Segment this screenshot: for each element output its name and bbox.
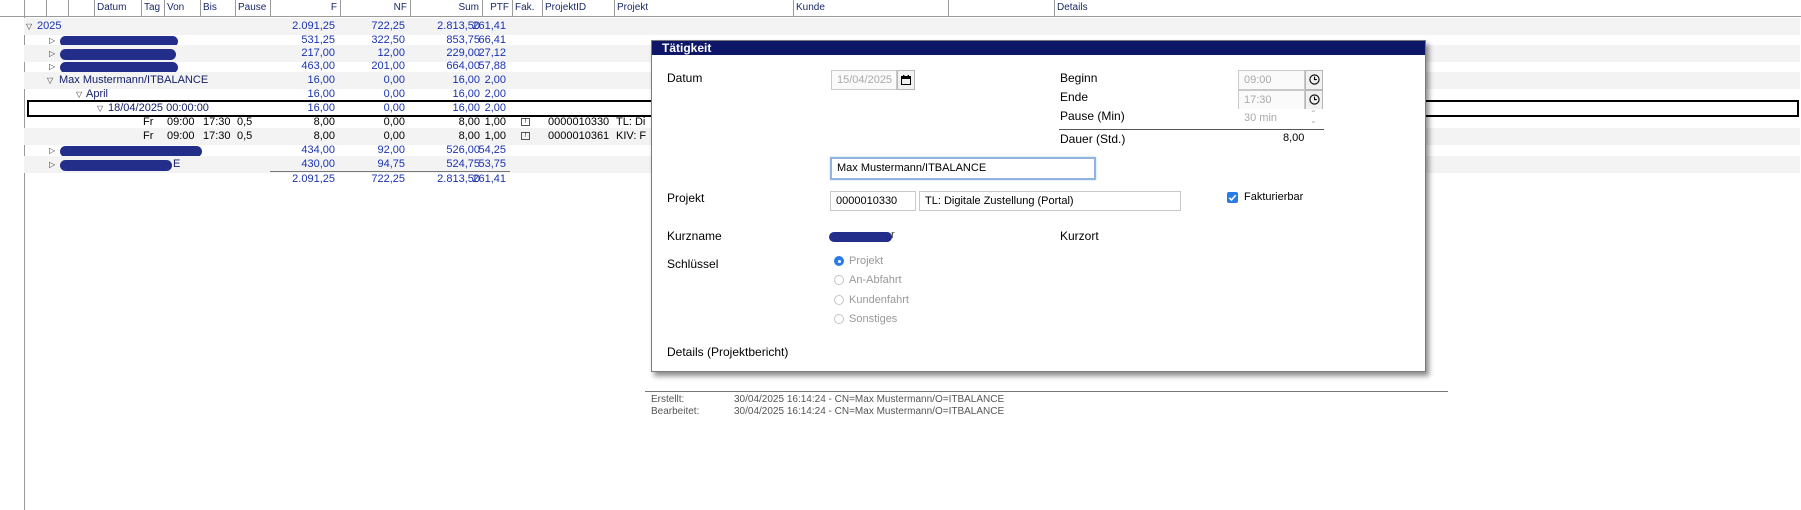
beginn-label: Beginn bbox=[1060, 71, 1098, 85]
col-von[interactable]: Von bbox=[164, 0, 200, 16]
col-tag[interactable]: Tag bbox=[141, 0, 164, 16]
ende-field[interactable]: 17:30 bbox=[1238, 90, 1305, 110]
column-header: Datum Tag Von Bis Pause F NF Sum PTF Fak… bbox=[0, 0, 1801, 17]
clock-icon[interactable] bbox=[1305, 90, 1323, 110]
col-datum[interactable]: Datum bbox=[94, 0, 141, 16]
person-field[interactable]: Max Mustermann/ITBALANCE bbox=[830, 157, 1096, 180]
beginn-field[interactable]: 09:00 bbox=[1238, 70, 1305, 90]
calendar-icon[interactable] bbox=[897, 70, 915, 90]
col-fak[interactable]: Fak. bbox=[512, 0, 542, 16]
ende-label: Ende bbox=[1060, 90, 1089, 104]
col-kunde[interactable]: Kunde bbox=[793, 0, 948, 16]
kurzname-suffix: r bbox=[891, 229, 895, 241]
dialog-title[interactable]: Tätigkeit bbox=[652, 41, 1425, 55]
radio-label-projekt: Projekt bbox=[849, 255, 884, 267]
radio-an-abfahrt[interactable] bbox=[834, 275, 844, 285]
col-blank-2[interactable] bbox=[46, 0, 68, 16]
schluessel-label: Schlüssel bbox=[667, 257, 719, 271]
bearbeitet-label: Bearbeitet: bbox=[651, 406, 700, 417]
taetigkeit-dialog: Tätigkeit Datum 15/04/2025 Beginn 09:00 … bbox=[651, 40, 1426, 372]
projekt-id-field[interactable]: 0000010330 bbox=[830, 191, 916, 211]
fakturierbar-label: Fakturierbar bbox=[1244, 191, 1304, 203]
projekt-label: Projekt bbox=[667, 191, 705, 205]
total-ptf: 261,41 bbox=[472, 173, 506, 185]
fakturierbar-icon: ! bbox=[521, 132, 530, 140]
total-f: 2.091,25 bbox=[292, 173, 335, 185]
total-nf: 722,25 bbox=[371, 173, 405, 185]
col-pause[interactable]: Pause bbox=[235, 0, 270, 16]
col-blank-1[interactable] bbox=[24, 0, 46, 16]
col-blank-4[interactable] bbox=[948, 0, 1054, 16]
col-sum[interactable]: Sum bbox=[410, 0, 482, 16]
radio-projekt[interactable] bbox=[834, 256, 844, 266]
redacted-name bbox=[60, 160, 172, 171]
footer-divider bbox=[645, 391, 1448, 392]
datum-field[interactable]: 15/04/2025 bbox=[831, 70, 897, 90]
radio-label-an-abfahrt: An-Abfahrt bbox=[849, 274, 902, 286]
fakturierbar-icon: ! bbox=[521, 118, 530, 126]
col-nf[interactable]: NF bbox=[340, 0, 410, 16]
dauer-value: 8,00 bbox=[1283, 132, 1305, 144]
clock-icon[interactable] bbox=[1305, 70, 1323, 90]
col-f[interactable]: F bbox=[270, 0, 340, 16]
col-projektid[interactable]: ProjektID bbox=[542, 0, 614, 16]
col-details[interactable]: Details bbox=[1054, 0, 1801, 16]
dauer-label: Dauer (Std.) bbox=[1060, 132, 1126, 146]
projekt-name-field[interactable]: TL: Digitale Zustellung (Portal) bbox=[919, 191, 1181, 211]
stepper-icon[interactable]: ⌃ ⌄ bbox=[1310, 110, 1317, 125]
redacted-kurzname bbox=[829, 232, 892, 242]
col-projekt[interactable]: Projekt bbox=[614, 0, 793, 16]
col-ptf[interactable]: PTF bbox=[482, 0, 512, 16]
erstellt-value: 30/04/2025 16:14:24 - CN=Max Mustermann/… bbox=[734, 394, 1005, 405]
pause-label: Pause (Min) bbox=[1060, 109, 1125, 123]
bearbeitet-value: 30/04/2025 16:14:24 - CN=Max Mustermann/… bbox=[734, 406, 1005, 417]
radio-label-kundenfahrt: Kundenfahrt bbox=[849, 294, 909, 306]
col-bis[interactable]: Bis bbox=[200, 0, 235, 16]
col-blank-3[interactable] bbox=[68, 0, 94, 16]
datum-label: Datum bbox=[667, 71, 703, 85]
dauer-divider bbox=[1059, 129, 1324, 130]
kurzort-label: Kurzort bbox=[1060, 229, 1099, 243]
radio-kundenfahrt[interactable] bbox=[834, 295, 844, 305]
kurzname-label: Kurzname bbox=[667, 229, 722, 243]
erstellt-label: Erstellt: bbox=[651, 394, 685, 405]
fakturierbar-checkbox[interactable] bbox=[1227, 192, 1238, 203]
radio-label-sonstiges: Sonstiges bbox=[849, 313, 898, 325]
details-label: Details (Projektbericht) bbox=[667, 345, 789, 359]
radio-sonstiges[interactable] bbox=[834, 314, 844, 324]
